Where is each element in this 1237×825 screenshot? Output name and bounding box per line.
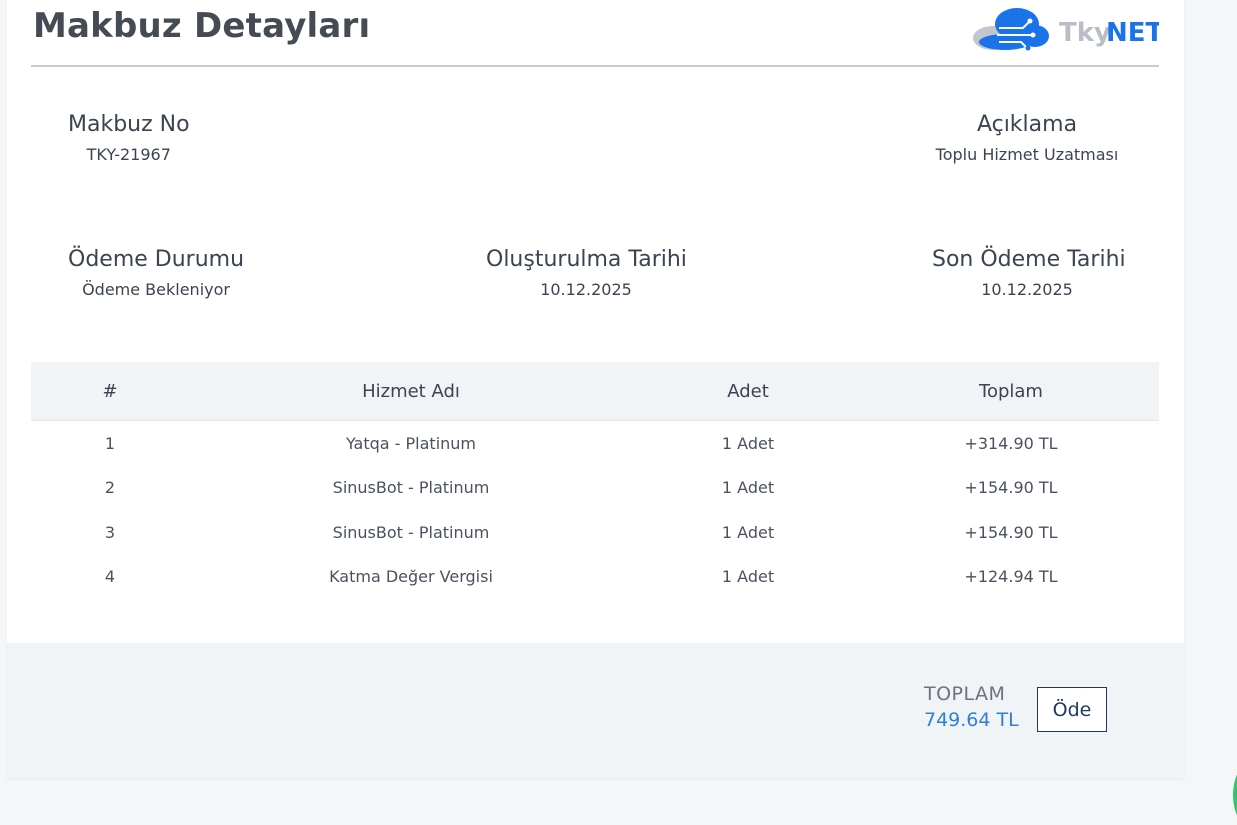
- description-label: Açıklama: [976, 112, 1078, 137]
- column-header-service-name: Hizmet Adı: [189, 362, 633, 421]
- row-total: +154.90 TL: [964, 478, 1058, 498]
- due-date-block: Son Ödeme Tarihi 10.12.2025: [932, 247, 1126, 299]
- row-index: 1: [104, 433, 116, 453]
- payment-status-label: Ödeme Durumu: [68, 247, 245, 272]
- row-index: 3: [104, 522, 116, 542]
- payment-status-block: Ödeme Durumu Ödeme Bekleniyor: [68, 247, 244, 299]
- due-date-value: 10.12.2025: [981, 280, 1073, 299]
- created-date-block: Oluşturulma Tarihi 10.12.2025: [486, 247, 687, 299]
- receipt-no-block: Makbuz No TKY-21967: [68, 112, 190, 164]
- row-total: +314.90 TL: [964, 433, 1058, 453]
- row-service-name: SinusBot - Platinum: [332, 522, 490, 542]
- description-value: Toplu Hizmet Uzatması: [935, 145, 1119, 164]
- row-quantity: 1 Adet: [721, 478, 775, 498]
- row-index: 2: [104, 478, 116, 498]
- page-title: Makbuz Detayları: [33, 6, 371, 46]
- column-header-quantity: Adet: [633, 362, 863, 421]
- row-index: 4: [104, 567, 116, 587]
- table-row: 3 SinusBot - Platinum 1 Adet +154.90 TL: [31, 510, 1159, 555]
- tkynet-logo: Tky NET: [973, 8, 1159, 51]
- description-block: Açıklama Toplu Hizmet Uzatması: [932, 112, 1122, 164]
- logo-text-net: NET: [1106, 18, 1159, 48]
- column-header-total: Toplam: [863, 362, 1159, 421]
- logo-text-tky: Tky: [1059, 18, 1111, 48]
- row-service-name: Katma Değer Vergisi: [329, 567, 493, 587]
- services-table: # Hizmet Adı Adet Toplam 1 Yatqa - Plati…: [31, 362, 1159, 599]
- table-header-row: # Hizmet Adı Adet Toplam: [31, 362, 1159, 421]
- total-block: TOPLAM 749.64 TL: [924, 683, 1019, 731]
- total-amount: 749.64 TL: [924, 709, 1019, 731]
- row-service-name: SinusBot - Platinum: [332, 478, 490, 498]
- table-row: 4 Katma Değer Vergisi 1 Adet +124.94 TL: [31, 555, 1159, 600]
- column-header-index: #: [31, 362, 189, 421]
- row-quantity: 1 Adet: [721, 522, 775, 542]
- row-service-name: Yatqa - Platinum: [345, 433, 477, 453]
- chat-widget-button[interactable]: [1233, 765, 1237, 825]
- pay-button[interactable]: Öde: [1037, 687, 1107, 732]
- created-date-value: 10.12.2025: [540, 280, 632, 299]
- row-quantity: 1 Adet: [721, 433, 775, 453]
- row-total: +154.90 TL: [964, 522, 1058, 542]
- due-date-label: Son Ödeme Tarihi: [932, 247, 1126, 272]
- table-row: 2 SinusBot - Platinum 1 Adet +154.90 TL: [31, 466, 1159, 511]
- receipt-footer: TOPLAM 749.64 TL Öde: [7, 643, 1184, 778]
- receipt-header: Makbuz Detayları Tky NET: [31, 0, 1159, 67]
- row-quantity: 1 Adet: [721, 567, 775, 587]
- payment-status-value: Ödeme Bekleniyor: [82, 280, 230, 299]
- receipt-card: Makbuz Detayları Tky NET Makbuz No TKY-2…: [7, 0, 1184, 778]
- receipt-no-value: TKY-21967: [86, 145, 171, 164]
- table-row: 1 Yatqa - Platinum 1 Adet +314.90 TL: [31, 421, 1159, 466]
- row-total: +124.94 TL: [964, 567, 1058, 587]
- receipt-no-label: Makbuz No: [68, 112, 190, 137]
- created-date-label: Oluşturulma Tarihi: [486, 247, 687, 272]
- total-label: TOPLAM: [924, 683, 1006, 705]
